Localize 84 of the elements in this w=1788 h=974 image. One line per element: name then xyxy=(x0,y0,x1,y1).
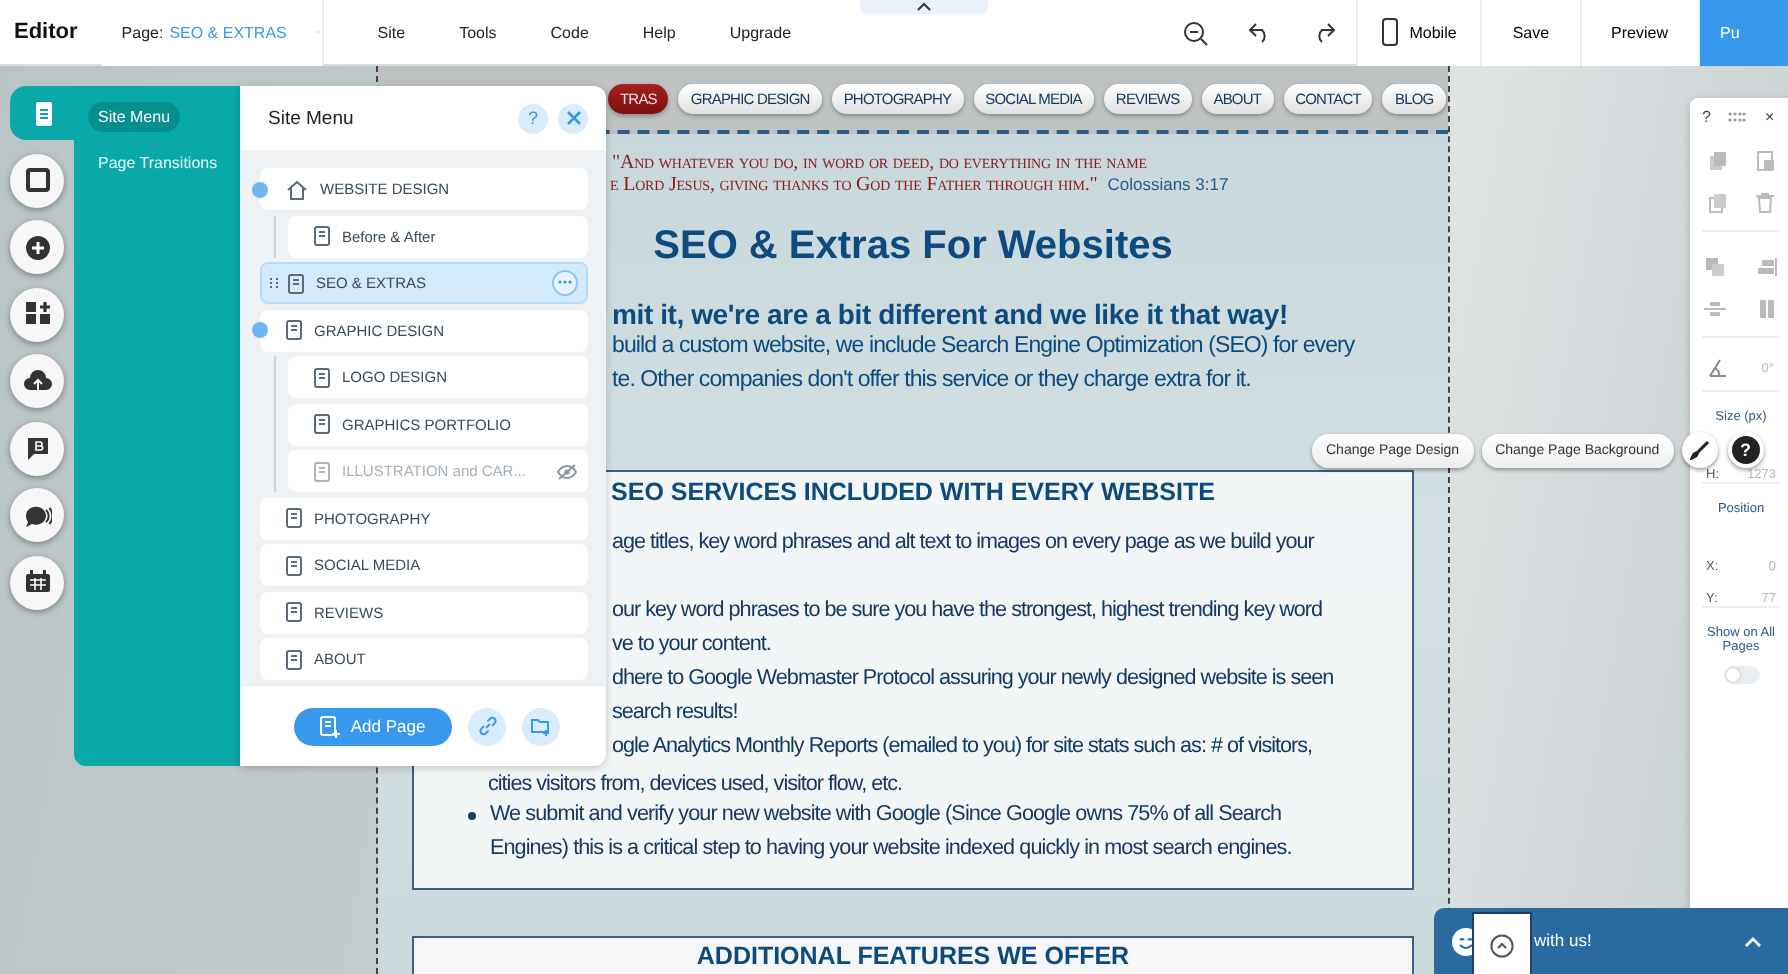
zoom-out-icon[interactable] xyxy=(1181,19,1208,45)
cloud-upload-icon xyxy=(23,367,51,395)
page-icon xyxy=(314,226,330,246)
drag-handle-icon[interactable] xyxy=(270,278,278,288)
grid-plus-icon xyxy=(23,300,51,328)
bullet-text: cities visitors from, devices used, visitor flow, etc. xyxy=(488,772,903,798)
save-button[interactable]: Save xyxy=(1482,0,1582,65)
phone-icon xyxy=(1381,18,1398,46)
page-icon xyxy=(314,461,330,481)
page-plus-icon xyxy=(320,715,341,737)
menu-item[interactable]: Upgrade xyxy=(729,23,792,41)
plus-icon xyxy=(23,233,51,261)
scroll-up-button[interactable] xyxy=(1472,912,1532,974)
intro-text: te. Other companies don't offer this service or they charge extra for it. xyxy=(612,366,1251,396)
menu-item[interactable]: Site xyxy=(377,23,406,41)
page-icon xyxy=(314,414,330,434)
chat-bar[interactable]: with us! xyxy=(1434,908,1788,974)
up-circle-icon xyxy=(1490,933,1514,957)
chat-text: with us! xyxy=(1534,930,1594,950)
delete-icon[interactable] xyxy=(1755,192,1773,214)
help-button[interactable]: ? xyxy=(1702,108,1711,126)
square-icon xyxy=(23,166,51,194)
page-icon xyxy=(286,320,302,340)
menu-item[interactable]: Help xyxy=(642,23,676,41)
toggle-switch[interactable] xyxy=(1723,666,1759,684)
bullet-text: We submit and verify your new website with Google (Since Google owns 75% of all Search Engines) this is a critical step to having your website indexed quickly in most search engines. xyxy=(490,800,1294,864)
bullet-text: ve to your content. xyxy=(612,630,771,660)
preview-button[interactable]: Preview xyxy=(1581,0,1700,65)
folder-icon xyxy=(530,716,552,736)
menu-item[interactable]: Code xyxy=(550,23,589,41)
intro-text: build a custom website, we include Search Engine Optimization (SEO) for every xyxy=(612,332,1355,362)
calendar-icon xyxy=(23,568,51,596)
editor-title: Editor xyxy=(12,20,80,44)
page-icon xyxy=(286,555,302,575)
mobile-button[interactable]: Mobile xyxy=(1355,0,1483,65)
bullet-text: dhere to Google Webmaster Protocol assuring your newly designed website is seen xyxy=(612,664,1334,694)
rotate-icon[interactable] xyxy=(1708,358,1728,378)
quote-text: e Lord Jesus, giving thanks to God the Father through him." xyxy=(610,174,1098,196)
blog-icon xyxy=(23,434,51,462)
match-size-icon[interactable] xyxy=(1756,298,1779,320)
bullet-text: ogle Analytics Monthly Reports (emailed to you) for site stats such as: # of visitors, xyxy=(612,732,1313,762)
panel-tab[interactable]: Site Menu xyxy=(88,102,181,132)
bullet-marker-icon xyxy=(468,812,476,820)
caret-icon xyxy=(916,2,932,12)
page-icon xyxy=(286,602,302,622)
close-icon xyxy=(565,110,581,126)
bullet-text: search results! xyxy=(612,698,738,728)
panel-title: Site Menu xyxy=(268,107,356,129)
paste-icon[interactable] xyxy=(1755,150,1775,172)
hidden-eye-icon[interactable] xyxy=(556,463,578,479)
speech-bubble-icon xyxy=(23,501,51,529)
quote-reference: Colossians 3:17 xyxy=(1107,174,1229,194)
bullet-text: our key word phrases to be sure you have the strongest, highest trending key word xyxy=(612,596,1323,626)
align-icon[interactable] xyxy=(1756,256,1779,278)
collapse-toggle[interactable] xyxy=(252,181,268,197)
link-icon xyxy=(477,716,497,736)
close-button[interactable] xyxy=(558,103,588,133)
collapse-toggle[interactable] xyxy=(252,322,268,338)
menu-item[interactable]: Tools xyxy=(459,23,497,41)
close-button[interactable]: × xyxy=(1764,108,1775,126)
page-icon xyxy=(314,367,330,387)
pen-icon xyxy=(1689,440,1710,460)
subheading: mit it, we're are a bit different and we like it that way! xyxy=(612,298,1288,330)
home-icon xyxy=(286,179,308,199)
copy-icon[interactable] xyxy=(1707,150,1727,172)
undo-icon[interactable] xyxy=(1247,20,1272,44)
bullet-text: age titles, key word phrases and alt text to images on every page as we build your xyxy=(612,528,1314,558)
caret-icon[interactable] xyxy=(1744,936,1762,948)
link-button[interactable] xyxy=(468,707,506,745)
section-title: ADDITIONAL FEATURES WE OFFER xyxy=(696,942,1130,970)
collapse-handle[interactable] xyxy=(860,0,988,14)
folder-button[interactable] xyxy=(522,707,560,745)
drag-handle-icon[interactable] xyxy=(1728,112,1747,122)
page-icon xyxy=(286,649,302,669)
duplicate-icon[interactable] xyxy=(1707,192,1727,214)
arrange-icon[interactable] xyxy=(1703,256,1726,278)
page-icon xyxy=(286,508,302,528)
page-heading: SEO & Extras For Websites xyxy=(653,224,1173,270)
page-selector[interactable]: Page: SEO & EXTRAS xyxy=(101,0,324,65)
more-options-button[interactable] xyxy=(552,270,578,296)
page-icon xyxy=(288,273,304,293)
section-title: SEO SERVICES INCLUDED WITH EVERY WEBSITE xyxy=(611,476,1215,508)
distribute-icon[interactable] xyxy=(1703,298,1726,320)
quote-text: "And whatever you do, in word or deed, do everything in the name xyxy=(612,152,1147,174)
